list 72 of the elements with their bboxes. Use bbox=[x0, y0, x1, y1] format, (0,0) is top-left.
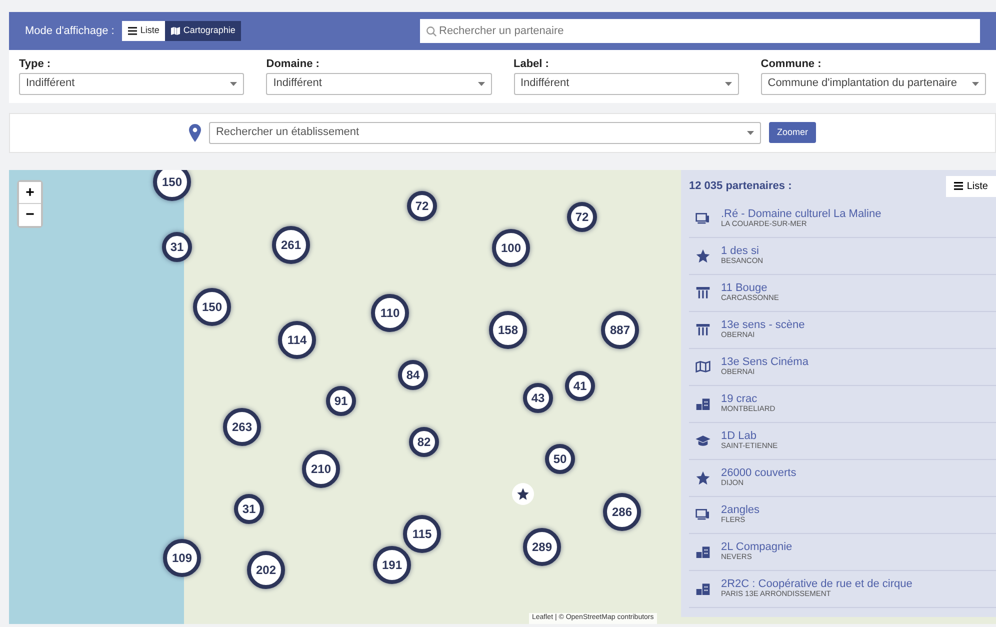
zoom-button[interactable]: Zoomer bbox=[768, 122, 816, 144]
partner-name: 13e sens - scène bbox=[721, 319, 805, 332]
cluster-marker[interactable]: 72 bbox=[407, 190, 437, 220]
filter-dropdown[interactable]: Indifférent bbox=[266, 72, 492, 94]
filter-label: Type : bbox=[19, 57, 52, 72]
display-mode-tab[interactable]: Cartographie bbox=[165, 21, 242, 41]
columns-icon bbox=[695, 284, 711, 300]
cluster-marker[interactable]: 286 bbox=[603, 492, 641, 530]
cluster-marker[interactable]: 150 bbox=[193, 288, 231, 326]
list-icon bbox=[954, 182, 963, 190]
cluster-marker[interactable]: 202 bbox=[247, 550, 285, 588]
filter-dropdown[interactable]: Commune d'implantation du partenaire bbox=[760, 72, 986, 94]
buildings-icon bbox=[695, 396, 711, 412]
partner-name: 19 crac bbox=[721, 393, 758, 406]
caret-icon bbox=[746, 130, 754, 134]
star-icon bbox=[695, 470, 711, 486]
screen-icon bbox=[695, 506, 711, 522]
star-icon bbox=[695, 248, 711, 264]
filter-label: Commune : bbox=[760, 57, 822, 72]
filter-label: Domaine : bbox=[266, 57, 320, 72]
caret-icon bbox=[972, 82, 979, 86]
partner-name: .Ré - Domaine culturel La Maline bbox=[721, 208, 882, 220]
cluster-marker[interactable]: 289 bbox=[523, 528, 561, 566]
partner-name: 2L Compagnie bbox=[721, 541, 792, 554]
cluster-marker[interactable]: 100 bbox=[492, 228, 530, 266]
partner-name: 1D Lab bbox=[721, 430, 758, 442]
map-icon bbox=[695, 358, 711, 374]
filter-dropdown[interactable]: Indifférent bbox=[19, 72, 244, 94]
caret-icon bbox=[724, 82, 732, 86]
cluster-marker[interactable]: 115 bbox=[403, 514, 441, 552]
cluster-marker[interactable]: 110 bbox=[371, 294, 409, 332]
partner-name: 2R2C : Coopérative de rue et de cirque bbox=[721, 578, 912, 590]
cluster-marker[interactable]: 84 bbox=[398, 360, 428, 390]
cluster-marker[interactable]: 50 bbox=[545, 444, 575, 474]
partner-name: 2angles bbox=[721, 504, 760, 516]
cluster-marker[interactable]: 82 bbox=[409, 426, 439, 456]
cluster-marker[interactable]: 114 bbox=[278, 320, 316, 358]
star-marker-icon[interactable] bbox=[512, 482, 534, 504]
partner-name: 11 Bouge bbox=[721, 282, 768, 294]
cluster-marker[interactable]: 158 bbox=[489, 310, 527, 348]
cluster-marker[interactable]: 43 bbox=[523, 382, 553, 412]
partner-count: 12 035 partenaires : bbox=[689, 178, 792, 194]
buildings-icon bbox=[695, 544, 711, 560]
zoom-in-button[interactable]: + bbox=[19, 182, 41, 204]
cluster-marker[interactable]: 191 bbox=[373, 546, 411, 584]
buildings-icon bbox=[695, 580, 711, 596]
cluster-marker[interactable]: 263 bbox=[223, 408, 261, 446]
establishment-search-field[interactable]: Rechercher un établissement bbox=[208, 122, 761, 144]
screen-icon bbox=[695, 210, 711, 226]
partner-name: 26000 couverts bbox=[721, 467, 796, 480]
cluster-marker[interactable]: 887 bbox=[601, 310, 639, 348]
display-mode-tab[interactable]: Liste bbox=[122, 21, 166, 41]
caret-icon bbox=[478, 82, 484, 86]
cluster-marker[interactable]: 31 bbox=[234, 494, 264, 524]
list-icon bbox=[128, 27, 138, 35]
map-icon bbox=[171, 27, 180, 35]
list-view-button[interactable]: Liste bbox=[946, 176, 996, 196]
cluster-marker[interactable]: 41 bbox=[565, 370, 595, 400]
filter-dropdown[interactable]: Indifférent bbox=[514, 72, 739, 94]
partner-search-field[interactable]: Rechercher un partenaire bbox=[420, 19, 980, 43]
cluster-marker[interactable]: 210 bbox=[302, 450, 340, 488]
caret-icon bbox=[230, 82, 238, 86]
filter-label: Label : bbox=[514, 57, 550, 72]
map-pin-icon bbox=[188, 124, 201, 142]
cluster-marker[interactable]: 150 bbox=[153, 170, 191, 200]
partner-name: 1 des si bbox=[721, 245, 760, 258]
partner-name: 13e Sens Cinéma bbox=[721, 356, 808, 368]
cluster-marker[interactable]: 72 bbox=[567, 202, 597, 232]
display-mode-label: Mode d'affichage : bbox=[25, 24, 114, 39]
cluster-marker[interactable]: 91 bbox=[326, 386, 356, 416]
cluster-marker[interactable]: 261 bbox=[272, 226, 310, 264]
columns-icon bbox=[695, 322, 711, 338]
